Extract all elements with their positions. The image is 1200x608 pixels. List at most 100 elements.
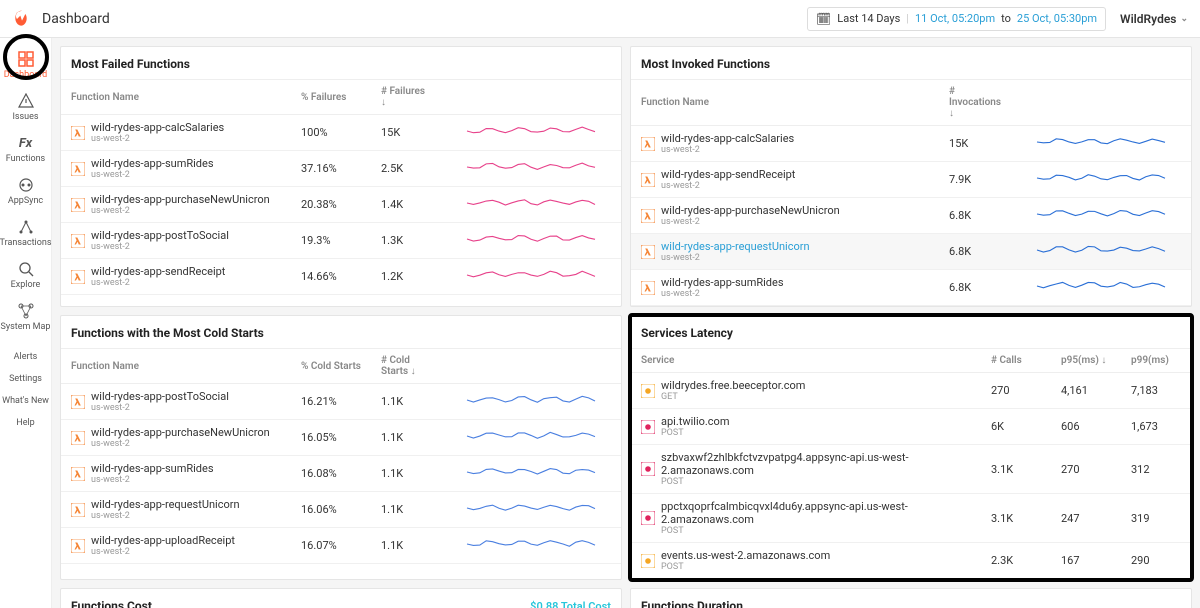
col-calls[interactable]: # Calls xyxy=(981,349,1051,373)
sidebar-item-label: System Map xyxy=(1,322,51,332)
sidebar-item-alerts[interactable]: Alerts xyxy=(0,346,51,368)
function-region: us-west-2 xyxy=(91,134,224,144)
function-name[interactable]: wild-rydes-app-purchaseNewUnicron xyxy=(91,426,270,439)
table-row[interactable]: wild-rydes-app-purchaseNewUnicronus-west… xyxy=(631,198,1191,234)
col-p99[interactable]: p99(ms) xyxy=(1121,349,1191,373)
table-row[interactable]: wild-rydes-app-postToSocialus-west-219.3… xyxy=(61,223,621,259)
table-row[interactable]: wildrydes.free.beeceptor.comGET2704,1617… xyxy=(631,373,1191,409)
sidebar-item-settings[interactable]: Settings xyxy=(0,368,51,390)
table-row[interactable]: events.us-west-2.amazonaws.comPOST2.3K16… xyxy=(631,543,1191,579)
app-header: Dashboard 🗓 Last 14 Days | 11 Oct, 05:20… xyxy=(0,0,1200,38)
http-method: POST xyxy=(661,428,729,438)
transactions-icon xyxy=(17,218,35,236)
map-icon xyxy=(17,302,35,320)
sidebar-item-explore[interactable]: Explore xyxy=(0,254,51,296)
sparkline xyxy=(451,267,611,283)
function-name[interactable]: wild-rydes-app-requestUnicorn xyxy=(91,498,240,511)
table-row[interactable]: wild-rydes-app-sendReceiptus-west-214.66… xyxy=(61,259,621,295)
function-region: us-west-2 xyxy=(91,475,214,485)
service-name[interactable]: events.us-west-2.amazonaws.com xyxy=(661,549,830,562)
function-name[interactable]: wild-rydes-app-calcSalaries xyxy=(661,132,794,145)
service-name[interactable]: ppctxqoprfcalmbicqvxl4du6y.appsync-api.u… xyxy=(661,500,908,526)
function-name[interactable]: wild-rydes-app-uploadReceipt xyxy=(91,534,235,547)
cold-starts-table: Function Name % Cold Starts # Cold Start… xyxy=(61,348,621,564)
sidebar-item-dashboard[interactable]: Dashboard xyxy=(0,44,51,86)
time-range-picker[interactable]: 🗓 Last 14 Days | 11 Oct, 05:20pm to 25 O… xyxy=(807,7,1106,31)
col-p95[interactable]: p95(ms) ↓ xyxy=(1051,349,1121,373)
col-name[interactable]: Function Name xyxy=(61,80,291,115)
table-row[interactable]: ppctxqoprfcalmbicqvxl4du6y.appsync-api.u… xyxy=(631,494,1191,543)
lambda-icon xyxy=(641,137,655,151)
function-region: us-west-2 xyxy=(661,253,810,263)
col-cnt[interactable]: # Invocations ↓ xyxy=(939,80,1011,126)
table-row[interactable]: wild-rydes-app-sumRidesus-west-26.8K xyxy=(631,270,1191,306)
function-name[interactable]: wild-rydes-app-purchaseNewUnicron xyxy=(91,193,270,206)
table-row[interactable]: wild-rydes-app-sumRidesus-west-237.16%2.… xyxy=(61,151,621,187)
lambda-icon xyxy=(71,270,85,284)
function-name[interactable]: wild-rydes-app-sendReceipt xyxy=(661,168,795,181)
function-name[interactable]: wild-rydes-app-postToSocial xyxy=(91,390,229,403)
col-pct[interactable]: % Cold Starts xyxy=(291,349,371,384)
function-name[interactable]: wild-rydes-app-requestUnicorn xyxy=(661,240,810,253)
col-name[interactable]: Function Name xyxy=(631,80,939,126)
sidebar-item-appsync[interactable]: AppSync xyxy=(0,170,51,212)
col-cnt[interactable]: # Failures ↓ xyxy=(371,80,441,115)
table-row[interactable]: wild-rydes-app-purchaseNewUnicronus-west… xyxy=(61,187,621,223)
function-name[interactable]: wild-rydes-app-postToSocial xyxy=(91,229,229,242)
function-name[interactable]: wild-rydes-app-sumRides xyxy=(661,276,784,289)
table-row[interactable]: wild-rydes-app-calcSalariesus-west-215K xyxy=(631,126,1191,162)
lambda-icon xyxy=(641,281,655,295)
sidebar-item-label: What's New xyxy=(2,396,49,406)
table-row[interactable]: wild-rydes-app-purchaseNewUnicronus-west… xyxy=(61,420,621,456)
search-icon xyxy=(17,260,35,278)
panel-cold-starts: Functions with the Most Cold Starts Func… xyxy=(60,315,622,580)
sidebar-item-systemmap[interactable]: System Map xyxy=(0,296,51,338)
lambda-icon xyxy=(641,245,655,259)
col-name[interactable]: Function Name xyxy=(61,349,291,384)
table-row[interactable]: szbvaxwf2zhlbkfctvzvpatpg4.appsync-api.u… xyxy=(631,445,1191,494)
service-name[interactable]: szbvaxwf2zhlbkfctvzvpatpg4.appsync-api.u… xyxy=(661,451,909,477)
col-svc[interactable]: Service xyxy=(631,349,981,373)
service-icon xyxy=(641,462,655,476)
lambda-icon xyxy=(71,395,85,409)
sidebar-item-transactions[interactable]: Transactions xyxy=(0,212,51,254)
sidebar-item-issues[interactable]: Issues xyxy=(0,86,51,128)
http-method: POST xyxy=(661,477,971,487)
table-row[interactable]: wild-rydes-app-calcSalariesus-west-2100%… xyxy=(61,115,621,151)
sidebar-item-help[interactable]: Help xyxy=(0,412,51,434)
service-icon xyxy=(641,420,655,434)
function-name[interactable]: wild-rydes-app-sumRides xyxy=(91,157,214,170)
sparkline xyxy=(1021,170,1181,186)
table-row[interactable]: wild-rydes-app-requestUnicornus-west-216… xyxy=(61,492,621,528)
service-name[interactable]: wildrydes.free.beeceptor.com xyxy=(661,379,805,392)
function-name[interactable]: wild-rydes-app-sendReceipt xyxy=(91,265,225,278)
service-name[interactable]: api.twilio.com xyxy=(661,415,729,428)
sidebar-item-functions[interactable]: Fx Functions xyxy=(0,128,51,170)
table-row[interactable]: api.twilio.comPOST6K6061,673 xyxy=(631,409,1191,445)
most-invoked-table: Function Name # Invocations ↓ wild-rydes… xyxy=(631,79,1191,306)
table-row[interactable]: wild-rydes-app-sumRidesus-west-216.08%1.… xyxy=(61,456,621,492)
function-name[interactable]: wild-rydes-app-sumRides xyxy=(91,462,214,475)
latency-table: Service # Calls p95(ms) ↓ p99(ms) wildry… xyxy=(631,348,1191,579)
sidebar-item-label: Help xyxy=(16,418,34,428)
account-switcher[interactable]: WildRydes ⌄ xyxy=(1120,12,1188,26)
col-cnt[interactable]: # Cold Starts ↓ xyxy=(371,349,441,384)
lambda-icon xyxy=(71,539,85,553)
function-region: us-west-2 xyxy=(661,181,795,191)
function-name[interactable]: wild-rydes-app-purchaseNewUnicron xyxy=(661,204,840,217)
function-name[interactable]: wild-rydes-app-calcSalaries xyxy=(91,121,224,134)
table-row[interactable]: wild-rydes-app-postToSocialus-west-216.2… xyxy=(61,384,621,420)
function-region: us-west-2 xyxy=(91,278,225,288)
sidebar-item-label: AppSync xyxy=(8,196,43,206)
table-row[interactable]: wild-rydes-app-requestUnicornus-west-26.… xyxy=(631,234,1191,270)
sparkline xyxy=(451,123,611,139)
lambda-icon xyxy=(641,173,655,187)
sidebar-item-whatsnew[interactable]: What's New xyxy=(0,390,51,412)
col-pct[interactable]: % Failures xyxy=(291,80,371,115)
lambda-icon xyxy=(71,431,85,445)
table-row[interactable]: wild-rydes-app-uploadReceiptus-west-216.… xyxy=(61,528,621,564)
sidebar-item-label: Dashboard xyxy=(4,70,48,80)
fx-icon: Fx xyxy=(17,134,35,152)
sidebar-item-label: Issues xyxy=(12,112,38,122)
table-row[interactable]: wild-rydes-app-sendReceiptus-west-27.9K xyxy=(631,162,1191,198)
